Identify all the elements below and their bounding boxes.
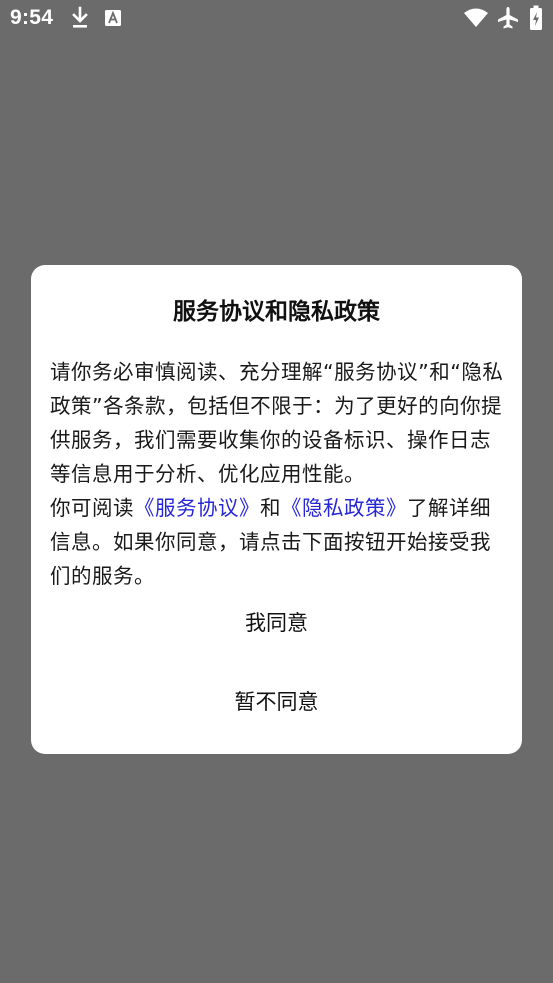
agree-button[interactable]: 我同意	[31, 595, 522, 651]
font-a-icon	[105, 10, 121, 26]
disagree-button[interactable]: 暂不同意	[31, 674, 522, 730]
download-icon	[72, 6, 88, 28]
link-prefix-text: 你可阅读	[50, 496, 134, 520]
privacy-policy-link[interactable]: 《隐私政策》	[281, 496, 407, 520]
dialog-paragraph-terms: 请你务必审慎阅读、充分理解“服务协议”和“隐私政策”各条款，包括但不限于：为了更…	[50, 360, 504, 486]
status-time: 9:54	[10, 6, 54, 29]
airplane-mode-icon	[498, 7, 518, 29]
link-connector-text: 和	[260, 496, 281, 520]
status-bar: 9:54	[0, 0, 553, 38]
battery-icon	[530, 5, 542, 30]
dialog-title: 服务协议和隐私政策	[173, 299, 380, 325]
service-agreement-link[interactable]: 《服务协议》	[134, 496, 260, 520]
wifi-icon	[464, 8, 488, 27]
dialog-paragraph-links: 你可阅读《服务协议》和《隐私政策》了解详细信息。如果你同意，请点击下面按钮开始接…	[50, 491, 508, 593]
dialog-body: 请你务必审慎阅读、充分理解“服务协议”和“隐私政策”各条款，包括但不限于：为了更…	[50, 355, 508, 593]
